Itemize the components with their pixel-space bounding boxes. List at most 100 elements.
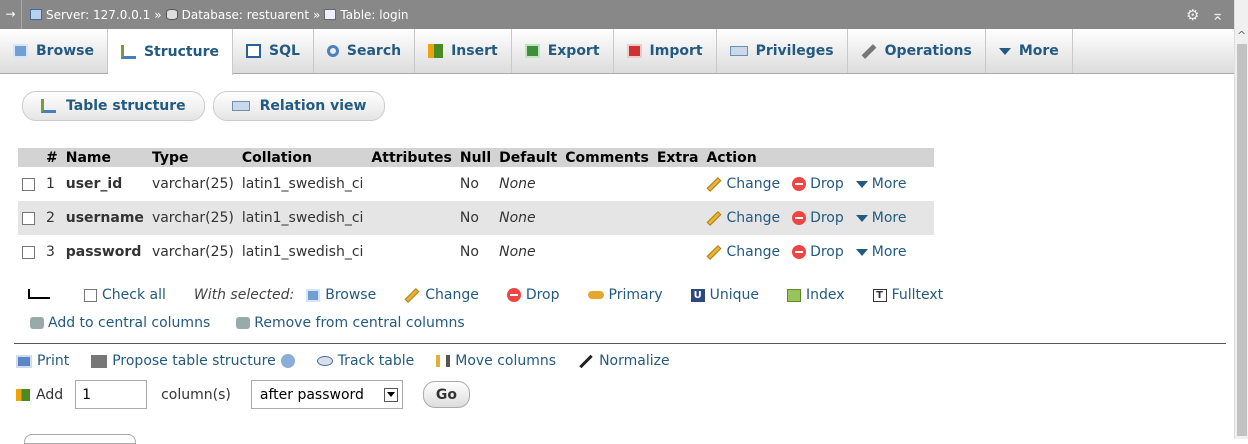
tab-privileges[interactable]: Privileges [717,29,848,73]
divider [14,343,1226,344]
change-link[interactable]: Change [706,210,780,226]
bulk-label: Unique [709,287,760,303]
add-columns-form: Add 1 column(s) after password Go [16,380,470,409]
add-central-columns-link[interactable]: Add to central columns [30,315,210,331]
propose-structure-link[interactable]: Propose table structure [91,353,295,369]
breadcrumb-database[interactable]: Database: restuarent [182,8,309,22]
drop-link[interactable]: Drop [792,176,844,192]
dropdown-icon [855,180,868,188]
server-breadcrumb-bar: → Server: 127.0.0.1 » Database: restuare… [0,0,1234,29]
bulk-primary-button[interactable]: Primary [587,287,663,303]
tab-search[interactable]: Search [314,29,416,73]
tab-browse[interactable]: Browse [0,29,108,73]
tab-structure[interactable]: Structure [107,29,233,75]
remove-central-columns-link[interactable]: Remove from central columns [236,315,465,331]
cell-comments [561,235,653,269]
move-columns-link[interactable]: Move columns [436,353,556,369]
help-icon[interactable] [280,354,295,368]
more-dropdown[interactable]: More [855,244,906,260]
change-label: Change [726,176,781,192]
print-link[interactable]: Print [16,353,69,369]
row-checkbox[interactable] [22,177,35,191]
row-checkbox[interactable] [22,245,35,259]
import-icon [626,44,642,58]
index-icon [787,288,802,302]
bulk-label: Primary [608,287,663,303]
scroll-up-icon[interactable]: ^ [1237,29,1246,42]
track-table-link[interactable]: Track table [316,353,415,369]
central-columns-icon [30,317,44,329]
export-icon [524,44,540,58]
relation-view-button[interactable]: Relation view [212,91,386,121]
gear-icon[interactable]: ⚙ [1186,6,1199,24]
column-position-select[interactable]: after password [250,380,403,409]
back-arrow-icon[interactable]: → [0,0,22,29]
move-columns-icon [436,355,451,367]
table-structure-button[interactable]: Table structure [22,91,205,121]
scrollbar-thumb[interactable] [1237,44,1247,436]
tab-label: Insert [451,43,498,59]
tab-insert[interactable]: Insert [415,29,512,73]
bulk-index-button[interactable]: Index [787,287,845,303]
tab-operations[interactable]: Operations [848,29,986,73]
cell-attributes [367,201,456,235]
tool-label: Track table [337,353,415,369]
tool-label: Print [37,353,70,369]
drop-link[interactable]: Drop [792,210,844,226]
tab-export[interactable]: Export [512,29,614,73]
check-all[interactable]: Check all [84,287,166,303]
propose-icon [91,354,108,368]
bulk-change-button[interactable]: Change [404,287,479,303]
dropdown-icon [855,214,868,222]
partially-visible-button[interactable] [24,434,136,444]
column-count-input[interactable]: 1 [75,380,148,409]
central-label: Add to central columns [48,315,211,331]
cell-comments [561,167,653,201]
normalize-link[interactable]: Normalize [578,353,670,369]
bulk-browse-button[interactable]: Browse [306,287,376,303]
breadcrumb-table[interactable]: Table: login [340,8,408,22]
cell-default: None [499,244,536,260]
header-null: Null [455,148,496,167]
cell-name[interactable]: password [62,235,148,269]
go-button[interactable]: Go [422,381,470,408]
bulk-fulltext-button[interactable]: T Fulltext [872,287,943,303]
tab-import[interactable]: Import [614,29,717,73]
table-row: 1 user_id varchar(25) latin1_swedish_ci … [18,167,934,201]
cell-extra [653,167,703,201]
table-header-row: # Name Type Collation Attributes Null De… [18,148,935,167]
header-name: Name [61,148,148,167]
search-icon [326,45,339,57]
more-dropdown[interactable]: More [855,176,906,192]
chevron-down-icon[interactable] [383,387,398,402]
pencil-icon [707,244,722,260]
more-dropdown[interactable]: More [855,210,906,226]
drop-icon [792,177,807,191]
collapse-icon[interactable]: ⌅ [1211,6,1224,24]
check-all-checkbox[interactable] [84,288,97,302]
tab-sql[interactable]: SQL [233,29,314,73]
bulk-unique-button[interactable]: U Unique [690,287,760,303]
privileges-icon [729,46,748,56]
breadcrumb: Server: 127.0.0.1 » Database: restuarent… [22,8,409,22]
cell-name[interactable]: user_id [62,167,148,201]
cell-type: varchar(25) [151,176,234,192]
tab-label: Operations [884,43,972,59]
drop-link[interactable]: Drop [792,244,844,260]
breadcrumb-server[interactable]: Server: 127.0.0.1 [46,8,150,22]
drop-label: Drop [810,210,844,226]
header-extra: Extra [652,148,703,167]
bulk-label: Change [425,287,479,303]
change-link[interactable]: Change [706,176,780,192]
cell-name[interactable]: username [61,201,148,235]
change-link[interactable]: Change [706,244,780,260]
tab-more[interactable]: More [986,29,1073,73]
vertical-scrollbar[interactable]: ^ [1234,0,1248,439]
row-checkbox[interactable] [22,211,35,225]
header-type: Type [147,148,238,167]
header-attributes: Attributes [367,148,456,167]
bulk-drop-button[interactable]: Drop [506,287,560,303]
cell-attributes [367,235,455,269]
tab-label: SQL [268,43,300,59]
structure-subnav: Table structure Relation view [22,91,386,121]
